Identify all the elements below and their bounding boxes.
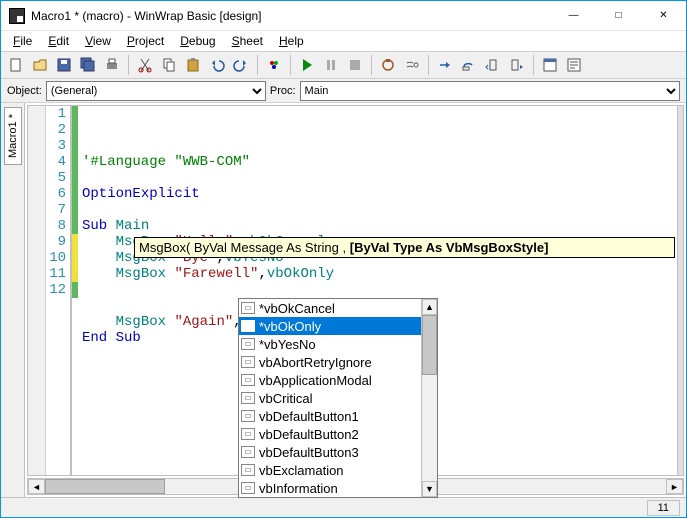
- intellisense-label: *vbOkCancel: [259, 301, 335, 316]
- menu-project[interactable]: Project: [121, 33, 170, 49]
- tooltip-bold: [ByVal Type As VbMsgBoxStyle]: [350, 240, 549, 255]
- scroll-right-icon[interactable]: ►: [666, 479, 683, 494]
- scroll-thumb[interactable]: [45, 479, 165, 494]
- window-title: Macro1 * (macro) - WinWrap Basic [design…: [31, 9, 551, 23]
- menu-help[interactable]: Help: [273, 33, 310, 49]
- intellisense-label: vbDefaultButton1: [259, 409, 359, 424]
- maximize-button[interactable]: □: [596, 1, 641, 30]
- close-button[interactable]: ✕: [641, 1, 686, 30]
- minimize-button[interactable]: —: [551, 1, 596, 30]
- constant-icon: ▭: [241, 320, 255, 332]
- constant-icon: ▭: [241, 482, 255, 494]
- intellisense-scrollbar[interactable]: ▲ ▼: [421, 299, 437, 497]
- intellisense-label: vbExclamation: [259, 463, 344, 478]
- scroll-down-icon[interactable]: ▼: [422, 481, 437, 497]
- proc-select[interactable]: Main: [300, 81, 680, 101]
- marker-margin: [28, 106, 46, 475]
- object-label: Object:: [7, 85, 42, 97]
- constant-icon: ▭: [241, 428, 255, 440]
- intellisense-item[interactable]: ▭ vbInformation: [239, 479, 421, 497]
- menubar: File Edit View Project Debug Sheet Help: [1, 31, 686, 51]
- titlebar: Macro1 * (macro) - WinWrap Basic [design…: [1, 1, 686, 31]
- save-icon[interactable]: [53, 54, 75, 76]
- menu-view[interactable]: View: [79, 33, 117, 49]
- step-out-icon[interactable]: [482, 54, 504, 76]
- open-icon[interactable]: [29, 54, 51, 76]
- paste-icon[interactable]: [182, 54, 204, 76]
- new-icon[interactable]: [5, 54, 27, 76]
- intellisense-item[interactable]: ▭ vbCritical: [239, 389, 421, 407]
- intellisense-label: vbAbortRetryIgnore: [259, 355, 372, 370]
- run-to-icon[interactable]: [506, 54, 528, 76]
- intellisense-list[interactable]: ▭ *vbOkCancel ▭ *vbOkOnly ▭ *vbYesNo ▭ vbAbortR…: [239, 299, 421, 497]
- redo-icon[interactable]: [230, 54, 252, 76]
- constant-icon: ▭: [241, 410, 255, 422]
- copy-icon[interactable]: [158, 54, 180, 76]
- constant-icon: ▭: [241, 446, 255, 458]
- intellisense-label: *vbYesNo: [259, 337, 316, 352]
- vertical-scrollbar[interactable]: [677, 106, 683, 475]
- constant-icon: ▭: [241, 302, 255, 314]
- stop-icon[interactable]: [344, 54, 366, 76]
- scroll-thumb[interactable]: [422, 315, 437, 375]
- tab-macro1[interactable]: Macro1 *: [4, 107, 22, 165]
- status-col: 11: [647, 500, 680, 516]
- intellisense-label: vbCritical: [259, 391, 312, 406]
- intellisense-label: vbApplicationModal: [259, 373, 372, 388]
- intellisense-popup[interactable]: ▭ *vbOkCancel ▭ *vbOkOnly ▭ *vbYesNo ▭ vbAbortR…: [238, 298, 438, 498]
- step-into-icon[interactable]: [434, 54, 456, 76]
- menu-sheet[interactable]: Sheet: [226, 33, 269, 49]
- tab-strip: Macro1 *: [1, 103, 25, 497]
- app-icon: [9, 8, 25, 24]
- intellisense-item[interactable]: ▭ vbDefaultButton2: [239, 425, 421, 443]
- intellisense-item[interactable]: ▭ *vbOkOnly: [239, 317, 421, 335]
- scroll-left-icon[interactable]: ◄: [28, 479, 45, 494]
- proc-label: Proc:: [270, 85, 296, 97]
- menu-file[interactable]: File: [7, 33, 38, 49]
- intellisense-item[interactable]: ▭ vbAbortRetryIgnore: [239, 353, 421, 371]
- menu-debug[interactable]: Debug: [174, 33, 221, 49]
- intellisense-item[interactable]: ▭ vbDefaultButton1: [239, 407, 421, 425]
- toolbar: [1, 51, 686, 79]
- constant-icon: ▭: [241, 356, 255, 368]
- constant-icon: ▭: [241, 374, 255, 386]
- constant-icon: ▭: [241, 338, 255, 350]
- menu-edit[interactable]: Edit: [42, 33, 75, 49]
- constant-icon: ▭: [241, 392, 255, 404]
- undo-icon[interactable]: [206, 54, 228, 76]
- run-icon[interactable]: [296, 54, 318, 76]
- object-browser-icon[interactable]: [539, 54, 561, 76]
- print-icon[interactable]: [101, 54, 123, 76]
- breakpoint-icon[interactable]: [377, 54, 399, 76]
- cut-icon[interactable]: [134, 54, 156, 76]
- intellisense-item[interactable]: ▭ vbApplicationModal: [239, 371, 421, 389]
- constant-icon: ▭: [241, 464, 255, 476]
- intellisense-label: vbInformation: [259, 481, 338, 496]
- pause-icon[interactable]: [320, 54, 342, 76]
- scroll-up-icon[interactable]: ▲: [422, 299, 437, 315]
- save-all-icon[interactable]: [77, 54, 99, 76]
- statusbar: 11: [1, 497, 686, 517]
- intellisense-item[interactable]: ▭ *vbOkCancel: [239, 299, 421, 317]
- macro-icon[interactable]: [263, 54, 285, 76]
- tooltip-pre: MsgBox( ByVal Message As String ,: [139, 240, 350, 255]
- intellisense-label: *vbOkOnly: [259, 319, 321, 334]
- intellisense-item[interactable]: ▭ vbDefaultButton3: [239, 443, 421, 461]
- object-select[interactable]: (General): [46, 81, 266, 101]
- watch-icon[interactable]: [401, 54, 423, 76]
- references-icon[interactable]: [563, 54, 585, 76]
- intellisense-label: vbDefaultButton3: [259, 445, 359, 460]
- line-number-gutter: 123456789101112: [46, 106, 72, 475]
- intellisense-label: vbDefaultButton2: [259, 427, 359, 442]
- intellisense-item[interactable]: ▭ vbExclamation: [239, 461, 421, 479]
- step-over-icon[interactable]: [458, 54, 480, 76]
- intellisense-item[interactable]: ▭ *vbYesNo: [239, 335, 421, 353]
- signature-tooltip: MsgBox( ByVal Message As String , [ByVal…: [134, 237, 675, 258]
- combo-bar: Object: (General) Proc: Main: [1, 79, 686, 103]
